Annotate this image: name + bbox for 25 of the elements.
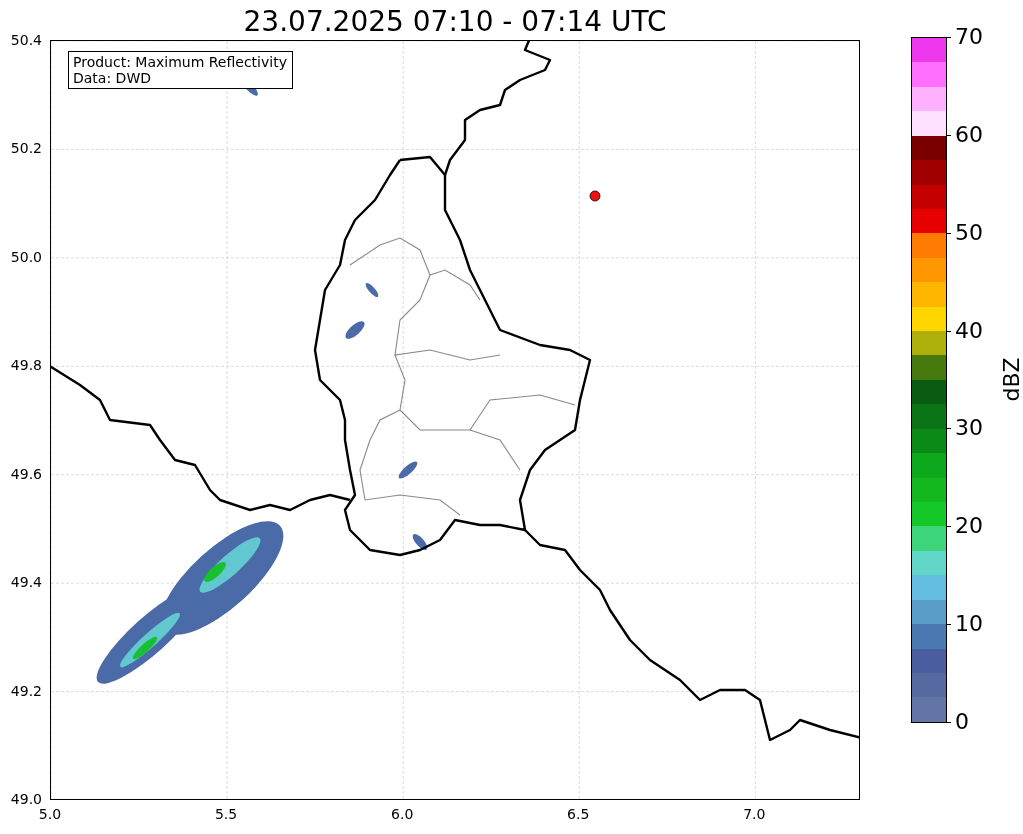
colorbar-tick-label: 20 [955,515,983,538]
colorbar-tick-label: 60 [955,123,983,146]
colorbar-tick-label: 0 [955,711,969,733]
y-tick-label: 49.0 [10,791,42,807]
colorbar-tick-label: 10 [955,613,983,636]
x-tick-label: 7.0 [743,806,766,822]
x-tick-label: 5.5 [214,806,238,822]
y-tick-label: 49.2 [10,682,42,699]
info-text: Data: DWD [73,70,152,86]
y-tick-label: 50.4 [10,32,42,48]
colorbar-tick-label: 50 [955,221,983,244]
y-tick-label: 50.2 [10,140,42,157]
x-tick-label: 5.0 [38,806,62,822]
y-tick-label: 49.4 [10,574,42,591]
colorbar-tick-label: 70 [955,26,983,48]
colorbar-tick-label: 40 [955,319,983,342]
colorbar-tick-label: 30 [955,417,983,440]
colorbar-label: dBZ [998,357,1023,402]
chart-title: 23.07.2025 07:10 - 07:14 UTC [242,3,668,38]
info-text: Product: Maximum Reflectivity [73,54,287,70]
x-tick-label: 6.5 [567,806,590,822]
y-tick-label: 50.0 [10,248,42,265]
y-tick-label: 49.8 [10,357,42,374]
x-tick-label: 6.0 [391,806,414,822]
y-tick-label: 49.6 [10,465,42,482]
